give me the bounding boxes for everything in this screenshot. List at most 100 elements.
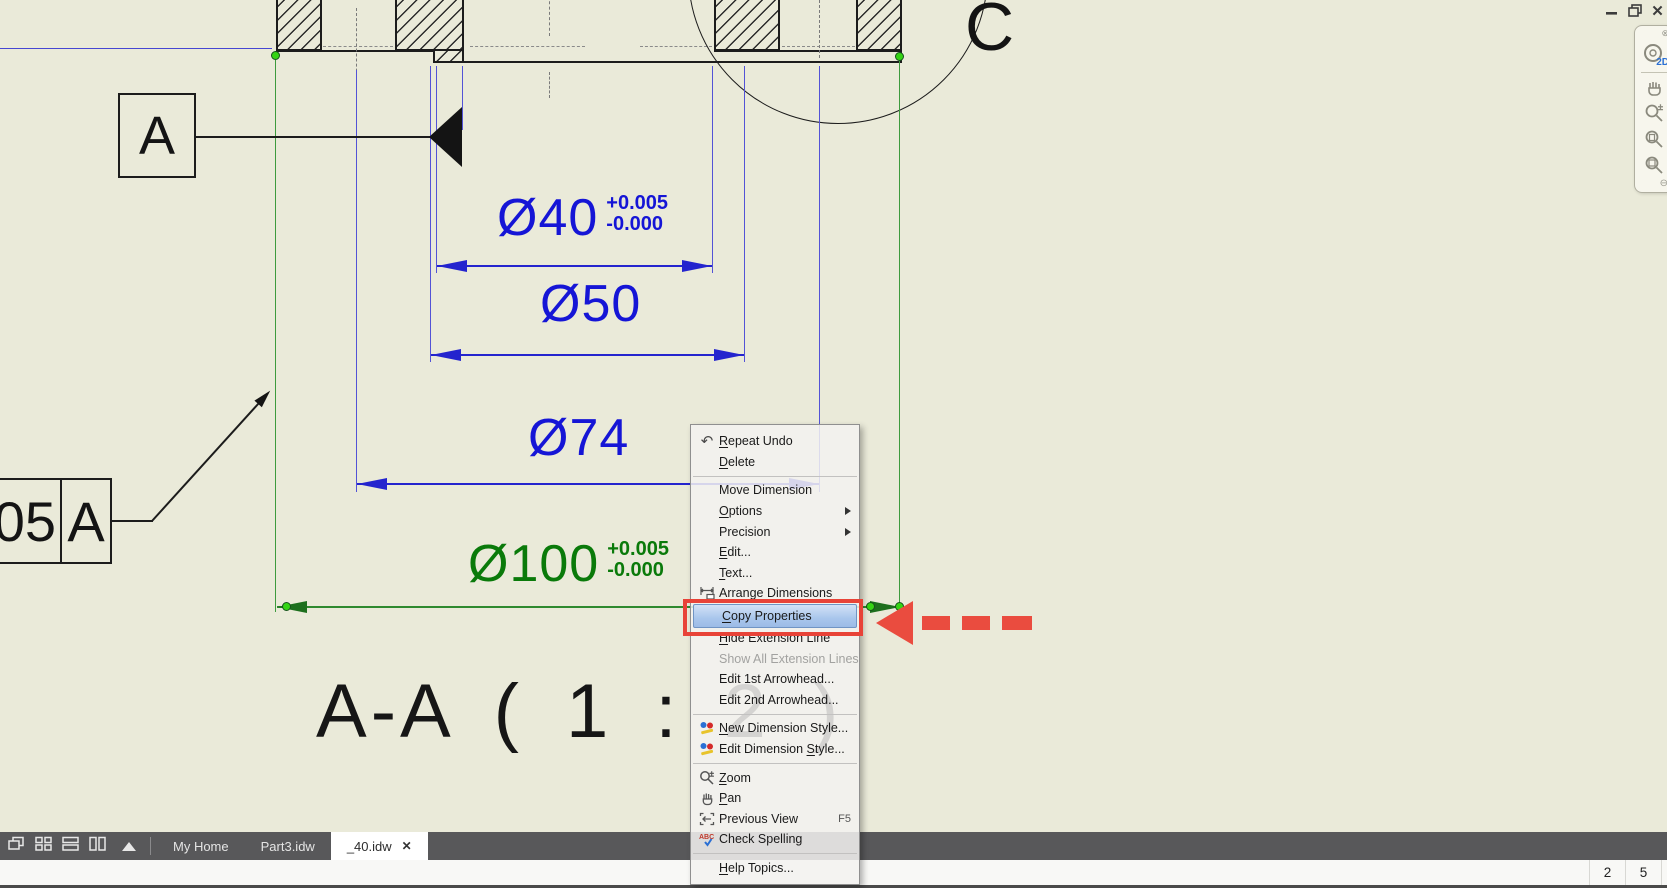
tile-vertical-icon[interactable]	[89, 836, 106, 856]
hidden-line	[470, 46, 585, 47]
zoom-icon: ±	[695, 770, 719, 786]
menu-item-label: Edit 1st Arrowhead...	[719, 672, 853, 686]
menu-item-label: Text...	[719, 566, 853, 580]
menu-separator	[691, 710, 859, 718]
detail-view-circle	[688, 0, 988, 124]
part-outline	[462, 0, 464, 63]
navbar-collapse-icon[interactable]: ⊖	[1660, 178, 1667, 189]
navbar-close-icon[interactable]: ⊗	[1661, 28, 1667, 39]
menu-item-options[interactable]: Options	[691, 501, 859, 522]
expand-up-icon[interactable]	[122, 842, 136, 851]
tab-40-idw[interactable]: _40.idw ✕	[331, 832, 428, 860]
hidden-line	[323, 46, 393, 47]
extension-line-selected[interactable]	[899, 60, 900, 616]
grip-point[interactable]	[895, 52, 904, 61]
part-outline	[276, 50, 433, 52]
tolerance-lower: -0.000	[606, 214, 668, 235]
extension-line[interactable]	[712, 66, 713, 273]
undo-icon: ↶	[695, 432, 719, 450]
document-tab-strip: My Home Part3.idw _40.idw ✕	[157, 832, 428, 860]
fcf-leader	[112, 520, 153, 522]
dimension-text-d50[interactable]: Ø50	[540, 278, 641, 330]
tab-label: Part3.idw	[261, 839, 315, 854]
detail-view-label: C	[965, 0, 1014, 66]
tab-part3-idw[interactable]: Part3.idw	[245, 832, 331, 860]
close-icon[interactable]: ✕	[1650, 3, 1665, 18]
menu-item-shortcut: F5	[838, 813, 853, 825]
menu-item-label: Help Topics...	[719, 861, 853, 875]
dimension-style-icon	[695, 742, 719, 757]
status-cell: 2	[1589, 860, 1625, 885]
menu-item-help-topics[interactable]: Help Topics...	[691, 858, 859, 879]
svg-text:±: ±	[710, 770, 715, 779]
zoom-all-icon[interactable]	[1644, 155, 1664, 175]
restore-button[interactable]	[1627, 3, 1642, 18]
menu-item-move-dimension[interactable]: Move Dimension	[691, 480, 859, 501]
menu-item-label: Edit...	[719, 545, 853, 559]
menu-item-new-dimension-style[interactable]: New Dimension Style...	[691, 718, 859, 739]
menu-item-previous-view[interactable]: Previous ViewF5	[691, 809, 859, 830]
menu-item-label: Repeat Undo	[719, 434, 853, 448]
menu-item-check-spelling[interactable]: ABCCheck Spelling	[691, 829, 859, 850]
cascade-windows-icon[interactable]	[8, 836, 25, 856]
tab-my-home[interactable]: My Home	[157, 832, 245, 860]
zoom-window-icon[interactable]	[1644, 129, 1664, 149]
centerline	[549, 0, 550, 36]
submenu-arrow-icon	[845, 507, 851, 515]
dimension-line[interactable]	[431, 354, 744, 356]
section-hatch-block	[395, 0, 464, 51]
extension-line[interactable]	[356, 70, 357, 492]
zoom-icon[interactable]: ±	[1644, 103, 1664, 123]
minimize-button[interactable]	[1604, 3, 1619, 18]
tile-horizontal-icon[interactable]	[62, 836, 79, 856]
grip-point[interactable]	[282, 602, 291, 611]
datum-label-box[interactable]: A	[118, 93, 196, 178]
dimension-text-d100[interactable]: Ø100 +0.005 -0.000	[468, 538, 669, 590]
menu-item-edit-1st-arrowhead[interactable]: Edit 1st Arrowhead...	[691, 669, 859, 690]
dimension-line[interactable]	[0, 48, 272, 49]
context-menu: ↶Repeat Undo Delete Move Dimension Options P…	[690, 424, 860, 885]
annotation-highlight-box	[683, 599, 863, 636]
menu-item-label: Options	[719, 504, 845, 518]
dimension-text-d74[interactable]: Ø74	[528, 412, 629, 464]
menu-item-text[interactable]: Text...	[691, 563, 859, 584]
menu-item-show-all-extension-lines: Show All Extension Lines	[691, 648, 859, 669]
arrowhead	[437, 260, 467, 272]
menu-item-label: Zoom	[719, 771, 853, 785]
menu-item-edit[interactable]: Edit...	[691, 542, 859, 563]
menu-item-label: Pan	[719, 791, 853, 805]
steering-wheel-2d-icon[interactable]: 2D	[1641, 42, 1667, 66]
previous-view-icon	[695, 812, 719, 826]
tab-close-icon[interactable]: ✕	[402, 839, 412, 853]
menu-item-label: Check Spelling	[719, 832, 853, 846]
svg-text:±: ±	[1658, 103, 1663, 112]
extension-line[interactable]	[744, 66, 745, 362]
menu-item-label: Delete	[719, 455, 853, 469]
feature-control-frame[interactable]: 05 A	[0, 478, 112, 564]
tile-windows-icon[interactable]	[35, 836, 52, 856]
extension-line-selected[interactable]	[275, 60, 276, 612]
menu-item-edit-dimension-style[interactable]: Edit Dimension Style...	[691, 739, 859, 760]
annotation-arrow-icon	[876, 601, 913, 645]
navbar-divider	[1641, 72, 1667, 73]
grip-point[interactable]	[866, 602, 875, 611]
menu-item-zoom[interactable]: ± Zoom	[691, 767, 859, 788]
menu-item-label: Show All Extension Lines	[719, 652, 859, 666]
menu-item-repeat-undo[interactable]: ↶Repeat Undo	[691, 431, 859, 452]
tab-label: My Home	[173, 839, 229, 854]
dimension-line[interactable]	[437, 265, 712, 267]
extension-line[interactable]	[462, 66, 463, 130]
extension-line[interactable]	[436, 66, 437, 273]
grip-point[interactable]	[271, 51, 280, 60]
menu-separator	[691, 850, 859, 858]
datum-triangle	[429, 107, 462, 167]
dimension-text-d40[interactable]: Ø40 +0.005 -0.000	[497, 192, 668, 244]
centerline	[549, 72, 550, 98]
menu-item-edit-2nd-arrowhead[interactable]: Edit 2nd Arrowhead...	[691, 690, 859, 711]
menu-item-delete[interactable]: Delete	[691, 452, 859, 473]
pan-hand-icon[interactable]	[1644, 79, 1664, 97]
menu-item-label: Precision	[719, 525, 845, 539]
menu-item-precision[interactable]: Precision	[691, 521, 859, 542]
menu-item-pan[interactable]: Pan	[691, 788, 859, 809]
tab-label: _40.idw	[347, 839, 392, 854]
